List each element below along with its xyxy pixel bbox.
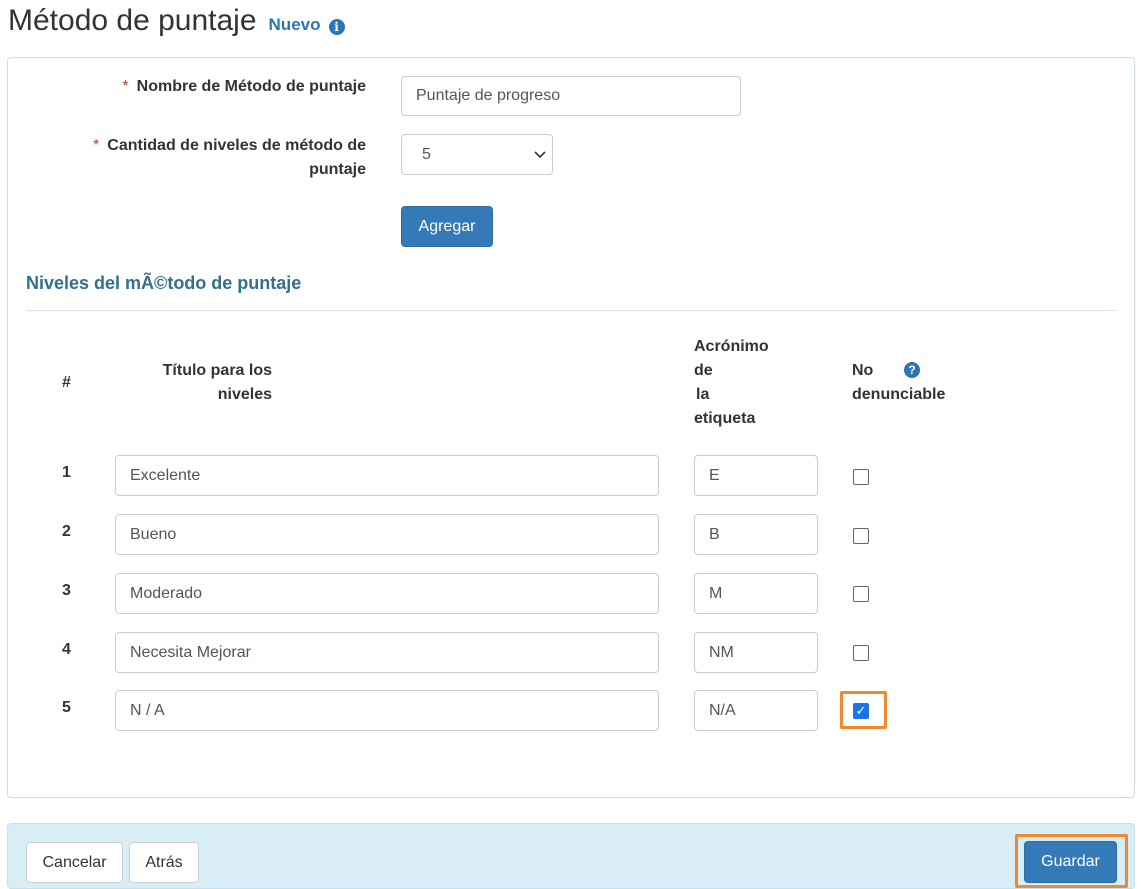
level-title-input[interactable]	[115, 514, 659, 555]
col-not-reportable-header: No denunciable	[852, 362, 946, 403]
col-title-header: Título para los niveles	[162, 362, 272, 403]
levels-count-select[interactable]: 5	[401, 134, 553, 175]
highlight-marker	[840, 691, 887, 729]
level-acronym-input[interactable]	[694, 573, 818, 614]
col-acronym-header: Acrónimo de la etiqueta	[694, 338, 769, 427]
level-acronym-input[interactable]	[694, 632, 818, 673]
chevron-down-icon	[534, 148, 546, 162]
action-bar: Cancelar Atrás Guardar	[7, 823, 1135, 889]
row-number: 1	[62, 464, 71, 481]
new-badge: Nuevo	[268, 15, 321, 34]
level-acronym-input[interactable]	[694, 455, 818, 496]
row-number: 4	[62, 641, 71, 658]
page-title: Método de puntaje	[8, 4, 257, 37]
cancel-button[interactable]: Cancelar	[26, 842, 123, 883]
not-reportable-checkbox[interactable]	[853, 528, 869, 544]
row-number: 5	[62, 699, 71, 716]
level-title-input[interactable]	[115, 455, 659, 496]
page-header: Método de puntaje Nuevo i	[8, 4, 345, 38]
question-circle-icon[interactable]: ?	[904, 362, 920, 378]
level-title-input[interactable]	[115, 690, 659, 731]
level-acronym-input[interactable]	[694, 690, 818, 731]
info-circle-icon[interactable]: i	[328, 19, 345, 35]
scoring-method-panel: *Nombre de Método de puntaje *Cantidad d…	[7, 57, 1135, 798]
levels-count-label: * Cantidad de niveles de método de puntaj…	[93, 137, 366, 178]
row-number: 2	[62, 523, 71, 540]
not-reportable-checkbox[interactable]	[853, 645, 869, 661]
name-input[interactable]	[401, 76, 741, 116]
level-acronym-input[interactable]	[694, 514, 818, 555]
row-number: 3	[62, 582, 71, 599]
col-number-header: #	[62, 374, 71, 391]
add-button[interactable]: Agregar	[401, 206, 493, 247]
not-reportable-checkbox[interactable]	[853, 586, 869, 602]
levels-section-title: Niveles del mÃ©todo de puntaje	[26, 273, 302, 293]
level-title-input[interactable]	[115, 632, 659, 673]
name-label: * Nombre de Método de puntaje	[122, 78, 366, 95]
save-button[interactable]: Guardar	[1024, 841, 1117, 883]
not-reportable-checkbox[interactable]	[853, 469, 869, 485]
back-button[interactable]: Atrás	[129, 842, 199, 883]
section-divider	[26, 310, 1116, 311]
level-title-input[interactable]	[115, 573, 659, 614]
